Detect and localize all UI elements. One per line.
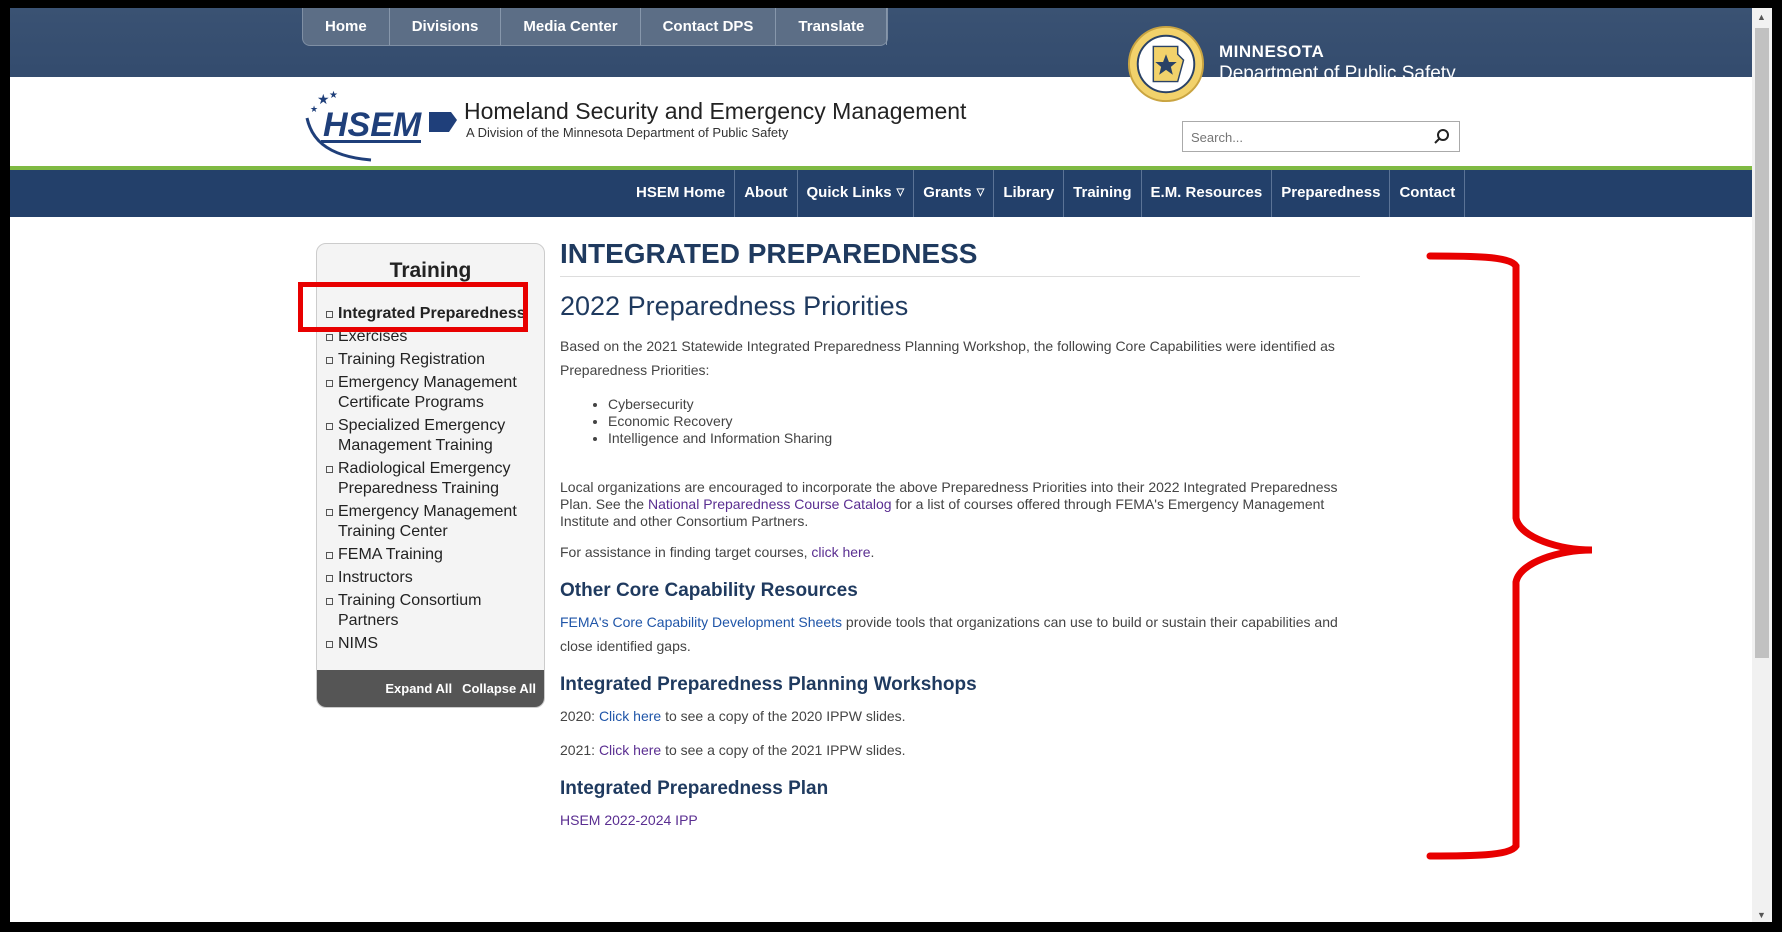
expand-all-button[interactable]: Expand All xyxy=(385,681,452,696)
nav-label: Grants xyxy=(923,184,972,201)
caret-down-icon: ▽ xyxy=(976,187,985,198)
scroll-down-icon[interactable]: ▼ xyxy=(1757,910,1766,920)
nav-label: Contact xyxy=(1399,184,1456,201)
scrollbar-thumb[interactable] xyxy=(1755,28,1769,658)
svg-text:★: ★ xyxy=(329,90,338,101)
text: For assistance in finding target courses… xyxy=(560,544,812,560)
sidebar-item-nims[interactable]: NIMS xyxy=(326,634,538,654)
workshops-heading: Integrated Preparedness Planning Worksho… xyxy=(560,674,977,695)
nav-training[interactable]: Training xyxy=(1064,170,1142,217)
sidebar-menu: Integrated Preparedness Exercises Traini… xyxy=(326,304,538,657)
plan-line: HSEM 2022-2024 IPP xyxy=(560,808,1360,832)
nav-label: Preparedness xyxy=(1281,184,1381,201)
nav-label: HSEM Home xyxy=(636,184,726,201)
workshop-2020-line: 2020: Click here to see a copy of the 20… xyxy=(560,704,1360,728)
svg-text:HSEM: HSEM xyxy=(323,106,422,144)
nav-em-resources[interactable]: E.M. Resources xyxy=(1142,170,1273,217)
nav-label: Training xyxy=(1073,184,1132,201)
annotation-highlight-box xyxy=(298,282,528,332)
text: to see a copy of the 2020 IPPW slides. xyxy=(661,708,906,724)
sidebar-footer: Expand All Collapse All xyxy=(317,670,544,707)
utility-nav-media-center[interactable]: Media Center xyxy=(501,8,641,45)
page-title: INTEGRATED PREPAREDNESS xyxy=(560,238,1360,277)
nav-library[interactable]: Library xyxy=(994,170,1065,217)
nav-label: Library xyxy=(1003,184,1055,201)
fema-paragraph: FEMA's Core Capability Development Sheet… xyxy=(560,610,1360,658)
ipp-document-link[interactable]: HSEM 2022-2024 IPP xyxy=(560,812,698,828)
caret-down-icon: ▽ xyxy=(896,187,905,198)
nav-hsem-home[interactable]: HSEM Home xyxy=(627,170,736,217)
main-content: INTEGRATED PREPAREDNESS 2022 Preparednes… xyxy=(560,238,1360,842)
annotation-brace xyxy=(1426,252,1593,860)
agency-name-line2[interactable]: Department of Public Safety xyxy=(1219,63,1456,85)
nav-label: Quick Links xyxy=(806,184,892,201)
plan-heading: Integrated Preparedness Plan xyxy=(560,778,829,799)
assistance-paragraph: For assistance in finding target courses… xyxy=(560,540,1360,564)
priority-item: Intelligence and Information Sharing xyxy=(608,430,1360,447)
sidebar-item-radiological-preparedness[interactable]: Radiological Emergency Preparedness Trai… xyxy=(326,459,538,499)
local-orgs-paragraph: Local organizations are encouraged to in… xyxy=(560,479,1360,530)
nav-preparedness[interactable]: Preparedness xyxy=(1272,170,1391,217)
utility-nav-contact-dps[interactable]: Contact DPS xyxy=(641,8,777,45)
ippw-2021-link[interactable]: Click here xyxy=(599,742,661,758)
fema-sheets-link[interactable]: FEMA's Core Capability Development Sheet… xyxy=(560,614,842,630)
sidebar-item-instructors[interactable]: Instructors xyxy=(326,568,538,588)
scroll-up-icon[interactable]: ▲ xyxy=(1757,12,1766,22)
utility-nav-home[interactable]: Home xyxy=(303,8,390,45)
text: to see a copy of the 2021 IPPW slides. xyxy=(661,742,906,758)
nav-grants[interactable]: Grants ▽ xyxy=(914,170,995,217)
utility-nav-translate[interactable]: Translate xyxy=(776,8,888,45)
ippw-2020-link[interactable]: Click here xyxy=(599,708,661,724)
sidebar-item-em-certificate-programs[interactable]: Emergency Management Certificate Program… xyxy=(326,373,538,413)
sidebar-title: Training xyxy=(389,259,472,282)
section-title: 2022 Preparedness Priorities xyxy=(560,291,909,321)
nav-about[interactable]: About xyxy=(735,170,798,217)
text: 2020: xyxy=(560,708,599,724)
click-here-link[interactable]: click here xyxy=(811,544,870,560)
nav-contact[interactable]: Contact xyxy=(1390,170,1466,217)
search-input[interactable] xyxy=(1189,126,1423,148)
nav-quick-links[interactable]: Quick Links ▽ xyxy=(798,170,915,217)
site-header: Home Divisions Media Center Contact DPS … xyxy=(10,8,1752,176)
utility-nav-divisions[interactable]: Divisions xyxy=(390,8,502,45)
collapse-all-button[interactable]: Collapse All xyxy=(462,681,536,696)
sidebar-item-consortium-partners[interactable]: Training Consortium Partners xyxy=(326,591,538,631)
site-subtitle: A Division of the Minnesota Department o… xyxy=(466,125,789,140)
text: 2021: xyxy=(560,742,599,758)
priorities-list: Cybersecurity Economic Recovery Intellig… xyxy=(560,396,1360,447)
utility-nav: Home Divisions Media Center Contact DPS … xyxy=(302,8,889,46)
other-resources-heading: Other Core Capability Resources xyxy=(560,580,858,601)
sidebar-item-em-training-center[interactable]: Emergency Management Training Center xyxy=(326,502,538,542)
vertical-scrollbar[interactable]: ▲ ▼ xyxy=(1752,8,1772,922)
workshop-2021-line: 2021: Click here to see a copy of the 20… xyxy=(560,738,1360,762)
sidebar-item-fema-training[interactable]: FEMA Training xyxy=(326,545,538,565)
priority-item: Cybersecurity xyxy=(608,396,1360,413)
search-box xyxy=(1182,121,1460,152)
site-title[interactable]: Homeland Security and Emergency Manageme… xyxy=(464,98,966,125)
priority-item: Economic Recovery xyxy=(608,413,1360,430)
browser-viewport: Home Divisions Media Center Contact DPS … xyxy=(10,8,1772,922)
sidebar-item-specialized-em-training[interactable]: Specialized Emergency Management Trainin… xyxy=(326,416,538,456)
nav-label: E.M. Resources xyxy=(1150,184,1263,201)
svg-text:★: ★ xyxy=(310,105,318,115)
main-nav: HSEM Home About Quick Links ▽ Grants ▽ Lib… xyxy=(627,170,1466,217)
hsem-logo[interactable]: ★ ★ ★ HSEM xyxy=(301,88,461,162)
search-icon[interactable] xyxy=(1433,128,1451,146)
course-catalog-link[interactable]: National Preparedness Course Catalog xyxy=(648,496,892,512)
nav-label: About xyxy=(744,184,788,201)
text: . xyxy=(870,544,875,560)
intro-paragraph: Based on the 2021 Statewide Integrated P… xyxy=(560,338,1335,378)
sidebar-item-training-registration[interactable]: Training Registration xyxy=(326,350,538,370)
state-seal-icon[interactable] xyxy=(1127,25,1205,103)
agency-name-line1[interactable]: MINNESOTA xyxy=(1219,42,1324,62)
